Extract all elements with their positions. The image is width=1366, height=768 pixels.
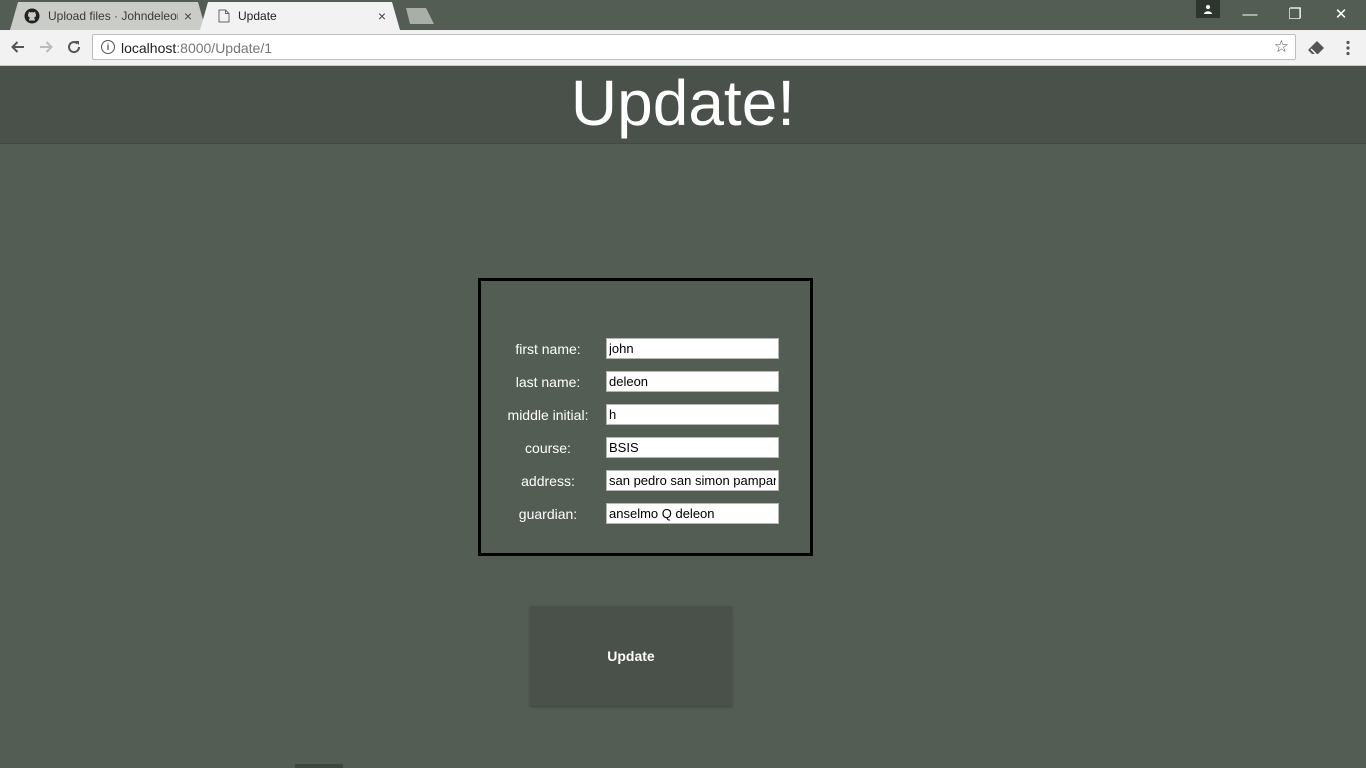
menu-icon[interactable] (1336, 36, 1360, 60)
address-field[interactable] (606, 470, 779, 491)
guardian-field[interactable] (606, 503, 779, 524)
course-label: course: (525, 440, 571, 456)
new-tab-button[interactable] (402, 8, 434, 24)
guardian-label: guardian: (518, 506, 578, 522)
form-row-guardian: guardian: (481, 503, 810, 525)
address-bar[interactable]: i localhost:8000/Update/1 ☆ (92, 34, 1296, 60)
page-title: Update! (570, 67, 796, 139)
first-name-label: first name: (515, 341, 581, 357)
url-text: localhost:8000/Update/1 (121, 40, 272, 56)
address-label: address: (521, 473, 575, 489)
eraser-extension-icon[interactable] (1304, 36, 1328, 60)
back-icon[interactable] (6, 35, 30, 59)
browser-titlebar: Upload files · Johndeleon × Update × — ❐… (0, 0, 1366, 30)
bottom-scroll-indicator (295, 764, 343, 768)
last-name-label: last name: (515, 374, 581, 390)
tab-upload-files[interactable]: Upload files · Johndeleon × (10, 2, 206, 30)
form-row-first-name: first name: (481, 338, 810, 360)
tab-update[interactable]: Update × (200, 2, 400, 30)
tab-close-icon[interactable]: × (378, 8, 386, 24)
close-window-button[interactable]: ✕ (1318, 0, 1364, 28)
restore-button[interactable]: ❐ (1272, 0, 1318, 28)
tab-label: Update (238, 9, 277, 23)
form-row-address: address: (481, 470, 810, 492)
forward-icon[interactable] (34, 35, 58, 59)
course-field[interactable] (606, 437, 779, 458)
tab-close-icon[interactable]: × (184, 8, 192, 24)
page-icon (218, 9, 230, 23)
url-host: localhost (121, 40, 177, 56)
middle-initial-field[interactable] (606, 404, 779, 425)
info-icon[interactable]: i (101, 40, 115, 54)
page-header: Update! (0, 66, 1366, 144)
middle-initial-label: middle initial: (507, 407, 589, 423)
tab-label: Upload files · Johndeleon (48, 9, 178, 23)
form-row-middle-initial: middle initial: (481, 404, 810, 426)
reload-icon[interactable] (62, 35, 86, 59)
browser-toolbar: i localhost:8000/Update/1 ☆ (0, 30, 1366, 66)
first-name-field[interactable] (606, 338, 779, 359)
form-row-last-name: last name: (481, 371, 810, 393)
url-path: :8000/Update/1 (176, 40, 273, 56)
bookmark-star-icon[interactable]: ☆ (1274, 37, 1289, 57)
form-row-course: course: (481, 437, 810, 459)
minimize-button[interactable]: — (1227, 0, 1273, 28)
profile-icon[interactable] (1196, 0, 1220, 18)
update-button[interactable]: Update (530, 606, 732, 706)
github-icon (24, 8, 40, 24)
update-form: first name: last name: middle initial: c… (478, 278, 813, 556)
last-name-field[interactable] (606, 371, 779, 392)
